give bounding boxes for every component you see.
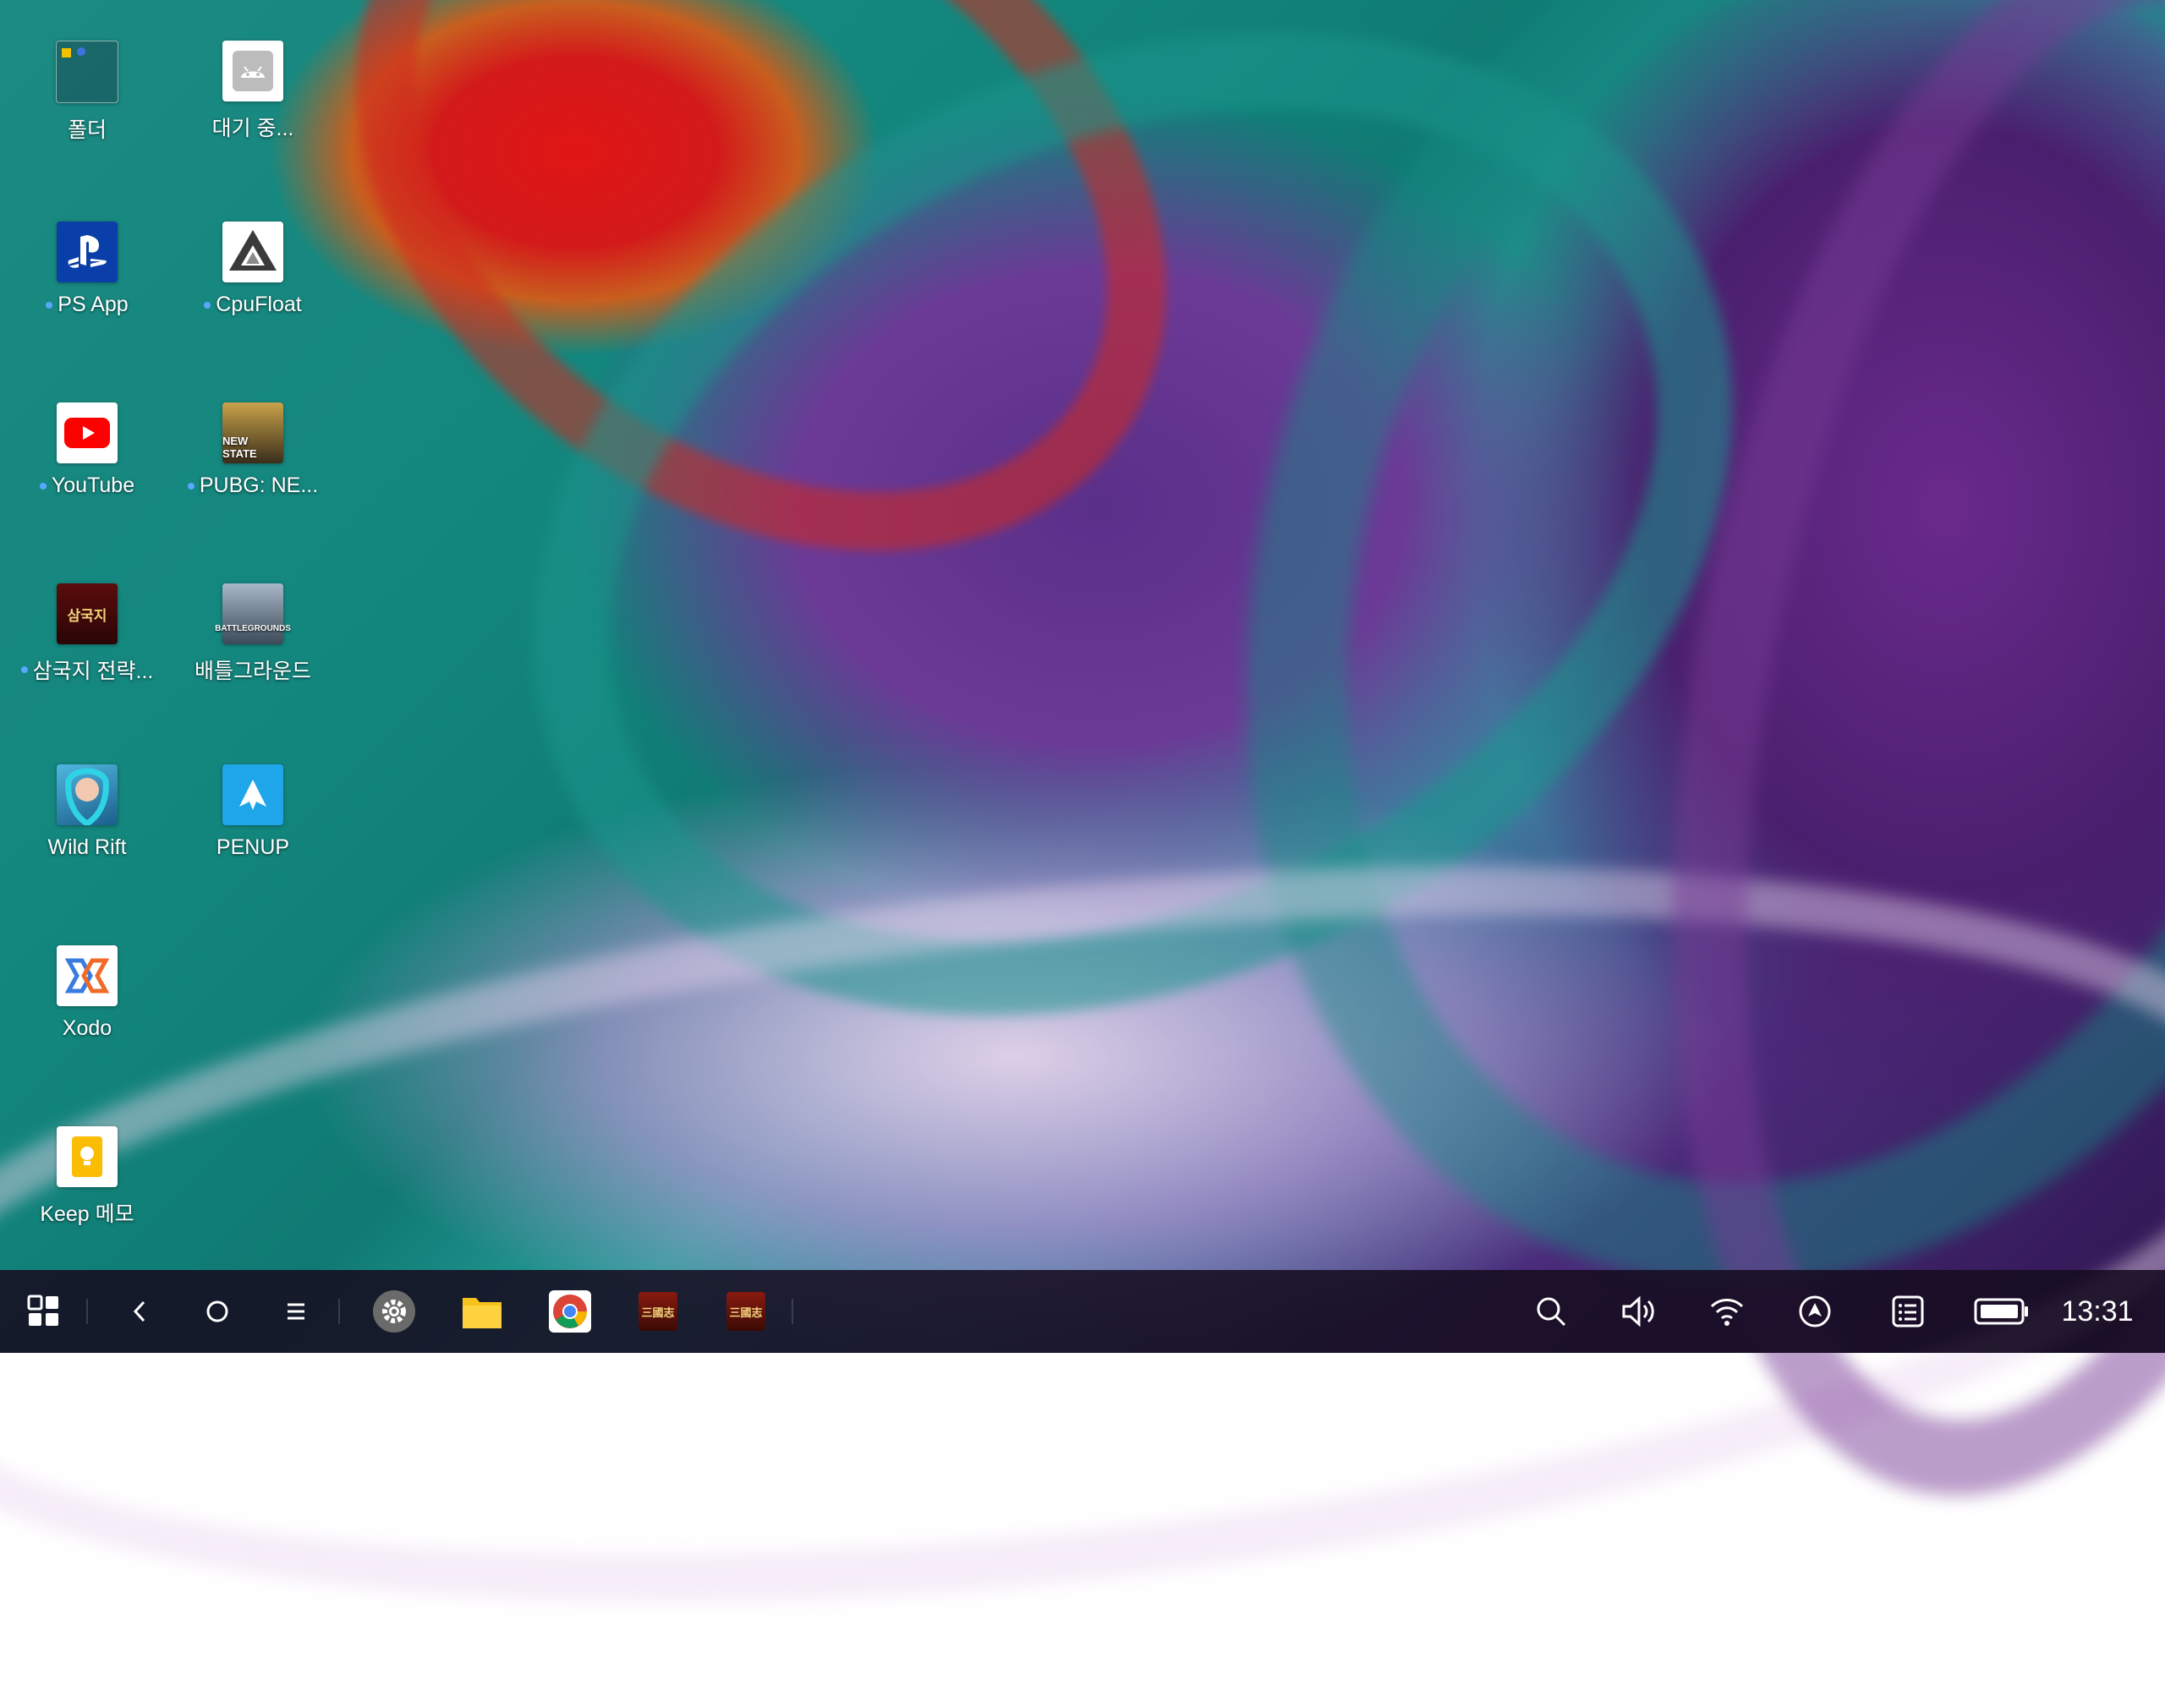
desktop-xodo-icon[interactable]: Xodo bbox=[7, 905, 167, 1057]
taskbar-separator bbox=[338, 1299, 340, 1324]
android-icon bbox=[222, 41, 283, 101]
taskbar-chrome-app[interactable] bbox=[545, 1270, 595, 1353]
desktop-icon-label: 삼국지 전략... bbox=[32, 660, 154, 683]
taskbar-samgukji-app-1[interactable]: 三國志 bbox=[633, 1270, 683, 1353]
navigation-icon bbox=[1799, 1295, 1831, 1328]
taskbar-separator bbox=[86, 1299, 88, 1324]
volume-button[interactable] bbox=[1615, 1270, 1663, 1353]
desktop-waiting-icon[interactable]: 대기 중... bbox=[173, 0, 333, 152]
taskbar-samgukji-app-2[interactable]: 三國志 bbox=[721, 1270, 771, 1353]
search-icon bbox=[1537, 1297, 1566, 1327]
desktop-pubg-newstate-icon[interactable]: NEW STATE PUBG: NE... bbox=[173, 362, 333, 514]
desktop-icon-label: Keep 메모 bbox=[40, 1202, 134, 1226]
desktop-icon-label: CpuFloat bbox=[216, 293, 302, 316]
folder-icon bbox=[56, 41, 118, 103]
folder-icon bbox=[463, 1298, 502, 1328]
desktop-icon-label: PS App bbox=[58, 293, 129, 316]
desktop-folder-icon[interactable]: 폴더 bbox=[7, 0, 167, 152]
pubg-newstate-icon-text: NEW STATE bbox=[222, 435, 257, 460]
recents-button[interactable] bbox=[275, 1270, 317, 1353]
chrome-icon bbox=[549, 1290, 591, 1333]
samgukji-app-icon: 三國志 bbox=[726, 1292, 765, 1331]
volume-icon bbox=[1622, 1295, 1654, 1328]
search-button[interactable] bbox=[1527, 1270, 1575, 1353]
playstation-icon bbox=[57, 222, 118, 282]
taskbar-separator bbox=[792, 1299, 793, 1324]
new-app-dot bbox=[20, 666, 28, 673]
taskbar-files-app[interactable] bbox=[457, 1270, 507, 1353]
desktop-icon-label: PUBG: NE... bbox=[199, 474, 319, 497]
wifi-button[interactable] bbox=[1703, 1270, 1751, 1353]
back-icon bbox=[133, 1300, 145, 1322]
desktop-penup-icon[interactable]: PENUP bbox=[173, 724, 333, 876]
grid-icon bbox=[27, 1295, 58, 1326]
penup-icon bbox=[222, 764, 283, 825]
new-app-dot bbox=[46, 301, 53, 309]
wifi-icon bbox=[1710, 1299, 1744, 1326]
keep-icon bbox=[57, 1126, 118, 1187]
xodo-icon bbox=[57, 945, 118, 1006]
desktop-icon-label: Wild Rift bbox=[47, 835, 127, 859]
desktop-icon-label: 대기 중... bbox=[211, 117, 294, 140]
desktop-icon-grid: 폴더 PS App YouTube 삼국지 삼국지 전략... Wild Rif… bbox=[0, 0, 355, 1268]
desktop-samgukji-icon[interactable]: 삼국지 삼국지 전략... bbox=[7, 543, 167, 695]
battery-status[interactable] bbox=[1970, 1270, 2033, 1353]
desktop-icon-label: Xodo bbox=[62, 1016, 112, 1040]
battery-icon bbox=[1974, 1298, 2028, 1325]
new-app-dot bbox=[39, 482, 47, 490]
settings-gear-icon bbox=[373, 1290, 415, 1333]
app-drawer-button[interactable] bbox=[20, 1270, 68, 1353]
desktop-icon-label: YouTube bbox=[51, 474, 135, 497]
home-button[interactable] bbox=[196, 1270, 238, 1353]
desktop-battlegrounds-icon[interactable]: BATTLEGROUNDS 배틀그라운드 bbox=[173, 543, 333, 695]
notifications-button[interactable] bbox=[1884, 1270, 1932, 1353]
notifications-icon bbox=[1892, 1295, 1924, 1328]
clock[interactable]: 13:31 bbox=[2047, 1270, 2148, 1353]
desktop-youtube-icon[interactable]: YouTube bbox=[7, 362, 167, 514]
desktop-icon-label: 폴더 bbox=[67, 118, 107, 142]
back-button[interactable] bbox=[118, 1270, 161, 1353]
cpufloat-icon bbox=[222, 222, 283, 282]
desktop-ps-app-icon[interactable]: PS App bbox=[7, 181, 167, 333]
home-circle-icon bbox=[206, 1300, 228, 1322]
new-app-dot bbox=[204, 301, 211, 309]
youtube-icon bbox=[57, 402, 118, 463]
desktop-keep-icon[interactable]: Keep 메모 bbox=[7, 1086, 167, 1238]
samgukji-icon-text: 삼국지 bbox=[67, 607, 107, 624]
clock-time: 13:31 bbox=[2061, 1295, 2134, 1328]
samgukji-app-icon: 삼국지 bbox=[57, 583, 118, 644]
navigation-button[interactable] bbox=[1791, 1270, 1839, 1353]
taskbar: 三國志 三國志 13:31 bbox=[0, 1270, 2165, 1353]
desktop-cpufloat-icon[interactable]: CpuFloat bbox=[173, 181, 333, 333]
menu-lines-icon bbox=[288, 1303, 304, 1320]
desktop-icon-label: PENUP bbox=[216, 835, 290, 859]
desktop-icon-label: 배틀그라운드 bbox=[194, 660, 311, 683]
desktop-wildrift-icon[interactable]: Wild Rift bbox=[7, 724, 167, 876]
battlegrounds-icon: BATTLEGROUNDS bbox=[215, 583, 291, 644]
wildrift-icon bbox=[57, 764, 118, 825]
taskbar-settings-app[interactable] bbox=[369, 1270, 419, 1353]
samgukji-app-icon: 三國志 bbox=[639, 1292, 677, 1331]
new-app-dot bbox=[187, 482, 195, 490]
pubg-newstate-icon: NEW STATE bbox=[222, 402, 283, 463]
battlegrounds-icon-text: BATTLEGROUNDS bbox=[215, 623, 291, 633]
